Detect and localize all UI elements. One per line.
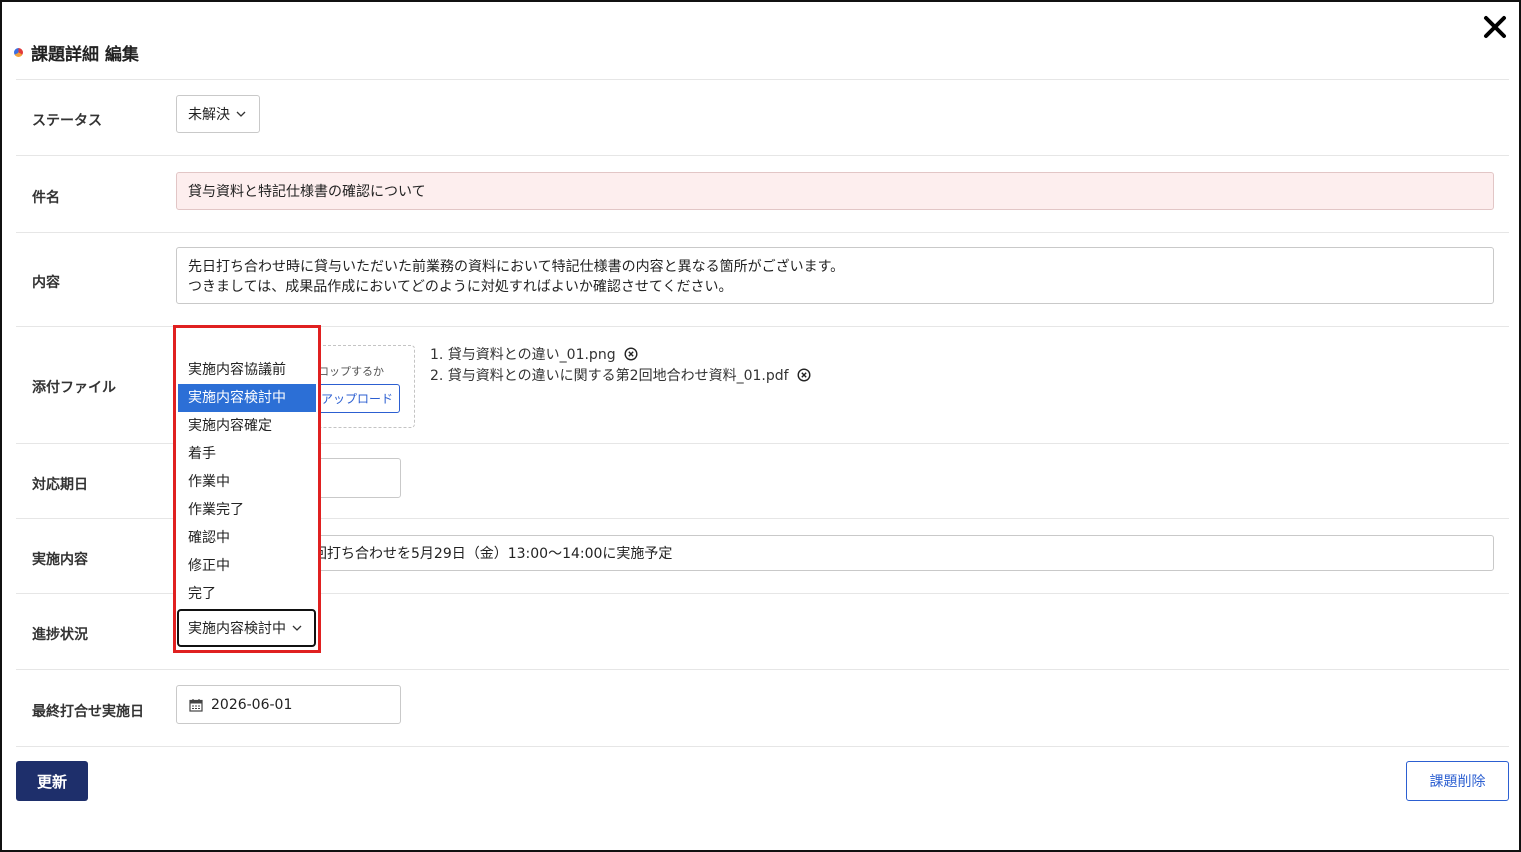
progress-option[interactable]: 確認中 [178, 524, 316, 552]
divider [16, 155, 1509, 156]
remove-file-icon[interactable] [624, 347, 638, 361]
content-label: 内容 [32, 275, 60, 291]
attachment-name[interactable]: 2. 貸与資料との違いに関する第2回地合わせ資料_01.pdf [430, 365, 789, 385]
dialog-header: 課題詳細 編集 [14, 40, 139, 65]
implementation-input[interactable]: 回打ち合わせを5月29日（金）13:00～14:00に実施予定 [176, 535, 1494, 571]
delete-issue-button[interactable]: 課題削除 [1406, 761, 1509, 801]
status-select[interactable]: 未解決 [176, 95, 260, 133]
progress-option[interactable]: 作業完了 [178, 496, 316, 524]
subject-value: 貸与資料と特記仕様書の確認について [188, 184, 426, 200]
divider [16, 79, 1509, 80]
progress-label: 進捗状況 [32, 627, 88, 643]
attachment-item: 1. 貸与資料との違い_01.png [430, 344, 638, 364]
drop-hint: ロップするか [318, 365, 384, 378]
implementation-label: 実施内容 [32, 552, 88, 568]
progress-option[interactable]: 着手 [178, 440, 316, 468]
progress-select[interactable]: 実施内容検討中 [177, 609, 316, 647]
attachment-item: 2. 貸与資料との違いに関する第2回地合わせ資料_01.pdf [430, 365, 811, 385]
progress-option[interactable]: 完了 [178, 580, 316, 608]
progress-option[interactable]: 実施内容確定 [178, 412, 316, 440]
attachment-name[interactable]: 1. 貸与資料との違い_01.png [430, 344, 616, 364]
title-bullet-icon [14, 47, 23, 57]
subject-input[interactable]: 貸与資料と特記仕様書の確認について [176, 172, 1494, 210]
progress-option-selected[interactable]: 実施内容検討中 [178, 384, 316, 412]
last-meeting-label: 最終打合せ実施日 [32, 704, 144, 720]
progress-option[interactable]: 実施内容協議前 [178, 356, 316, 384]
chevron-down-icon [292, 625, 302, 631]
chevron-down-icon [236, 111, 246, 117]
content-textarea[interactable]: 先日打ち合わせ時に貸与いただいた前業務の資料において特記仕様書の内容と異なる箇所… [176, 247, 1494, 304]
due-date-label: 対応期日 [32, 477, 88, 493]
content-line: 先日打ち合わせ時に貸与いただいた前業務の資料において特記仕様書の内容と異なる箇所… [188, 259, 845, 275]
remove-file-icon[interactable] [797, 368, 811, 382]
divider [16, 746, 1509, 747]
divider [16, 669, 1509, 670]
progress-dropdown-list: 実施内容協議前 実施内容検討中 実施内容確定 着手 作業中 作業完了 確認中 修… [178, 356, 316, 608]
status-value: 未解決 [188, 107, 230, 123]
last-meeting-date-value: 2026-06-01 [211, 696, 293, 713]
progress-value: 実施内容検討中 [188, 621, 286, 637]
progress-option[interactable]: 修正中 [178, 552, 316, 580]
calendar-icon [189, 698, 203, 712]
close-icon[interactable] [1480, 12, 1510, 42]
last-meeting-date-input[interactable]: 2026-06-01 [176, 685, 401, 724]
upload-button[interactable]: アップロード [308, 384, 400, 413]
edit-dialog: 課題詳細 編集 ステータス 未解決 件名 貸与資料と特記仕様書の確認について 内… [0, 0, 1521, 852]
update-button[interactable]: 更新 [16, 761, 88, 801]
progress-option[interactable]: 作業中 [178, 468, 316, 496]
attachments-label: 添付ファイル [32, 380, 116, 396]
dialog-title: 課題詳細 編集 [31, 44, 139, 65]
subject-label: 件名 [32, 190, 60, 206]
content-line: つきましては、成果品作成においてどのように対処すればよいか確認させてください。 [188, 279, 733, 295]
status-label: ステータス [32, 113, 102, 129]
divider [16, 232, 1509, 233]
implementation-value: 回打ち合わせを5月29日（金）13:00～14:00に実施予定 [313, 546, 673, 562]
